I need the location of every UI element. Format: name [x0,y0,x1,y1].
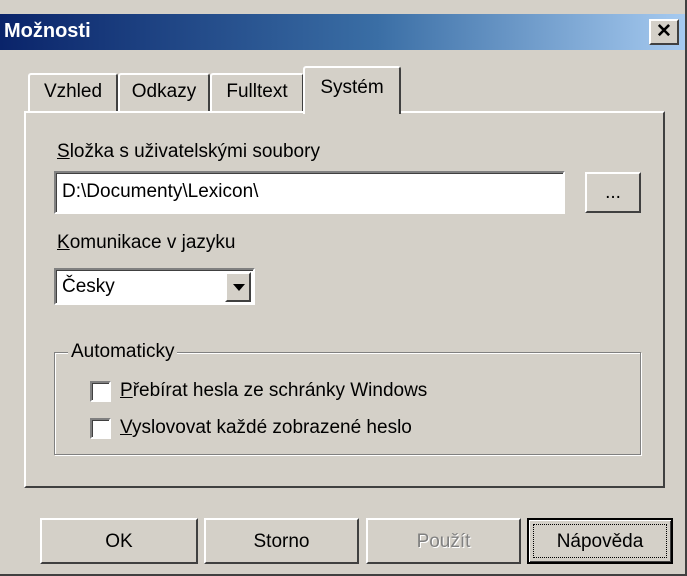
focus-rect [533,524,667,558]
title-bar[interactable]: Možnosti ✕ [0,14,685,50]
language-select[interactable]: Česky [54,268,255,305]
window-title: Možnosti [4,20,91,42]
checkbox-pronounce[interactable] [90,418,111,439]
language-value: Česky [62,276,115,297]
cancel-button[interactable]: Storno [204,518,359,564]
auto-groupbox [54,352,641,455]
chevron-down-icon[interactable] [225,272,251,302]
checkbox-clipboard-label[interactable]: Přebírat hesla ze schránky Windows [120,380,427,402]
tab-label: Odkazy [131,81,197,102]
close-button[interactable]: ✕ [649,19,679,45]
tab-label: Vzhled [43,81,103,102]
folder-path-input[interactable]: D:\Documenty\Lexicon\ [54,171,565,214]
ok-button[interactable]: OK [40,518,198,564]
folder-path-value: D:\Documenty\Lexicon\ [62,181,259,202]
help-button[interactable]: Nápověda [527,518,673,564]
tab-odkazy[interactable]: Odkazy [118,73,210,111]
folder-label: Složka s uživatelskými soubory [57,141,320,162]
browse-button[interactable]: ... [585,172,641,213]
tab-label: Systém [320,77,384,98]
apply-label: Použít [416,531,471,552]
tab-system[interactable]: Systém [303,66,401,114]
apply-button[interactable]: Použít [366,518,521,564]
browse-label: ... [605,182,621,203]
language-label: Komunikace v jazyku [57,232,236,253]
ok-label: OK [105,531,133,552]
tab-fulltext[interactable]: Fulltext [210,73,304,111]
tab-label: Fulltext [226,81,288,102]
tab-vzhled[interactable]: Vzhled [28,73,118,111]
options-dialog: Možnosti ✕ Vzhled Odkazy Fulltext Systém… [0,0,687,576]
cancel-label: Storno [253,531,310,552]
checkbox-pronounce-label[interactable]: Vyslovovat každé zobrazené heslo [120,417,412,439]
checkbox-clipboard[interactable] [90,381,111,402]
group-label: Automaticky [68,341,178,363]
close-icon: ✕ [656,21,672,42]
